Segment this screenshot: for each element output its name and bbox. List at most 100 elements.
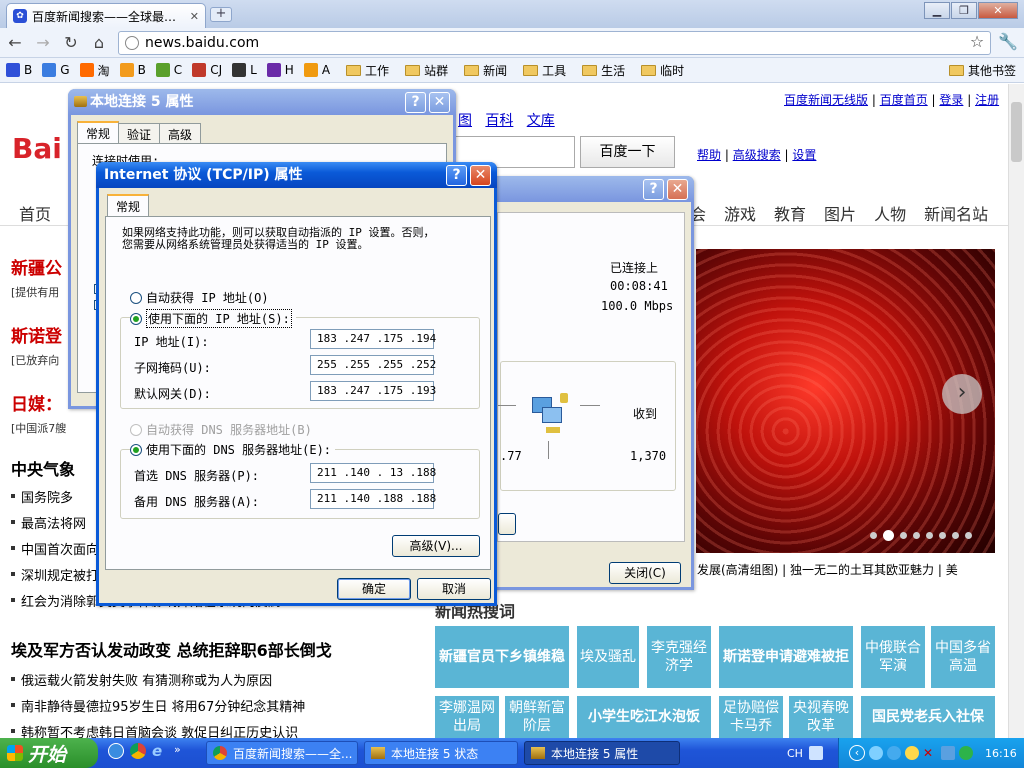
hot-search-tile[interactable]: 央视春晚改革 [789,696,853,738]
bookmark-item[interactable]: B [6,62,32,79]
close-icon[interactable]: ✕ [470,165,491,186]
bookmark-folder[interactable]: 站群 [405,62,448,79]
start-button[interactable]: 开始 [0,738,98,768]
hot-search-tile[interactable]: 足协赔偿卡马乔 [719,696,783,738]
security-icon[interactable] [959,746,973,760]
news-link[interactable]: 韩称暂不考虑韩日首脑会谈 敦促日纠正历史认识 [11,722,298,738]
bookmark-folder[interactable]: 工具 [523,62,566,79]
auto-dns-radio[interactable]: 自动获得 DNS 服务器地址(B) [130,421,312,438]
baidu-home-link[interactable]: 百度首页 [880,93,928,107]
news-link[interactable]: 俄运载火箭发射失败 有猜测称或为人为原因 [11,670,272,689]
taskbar-item-status[interactable]: 本地连接 5 状态 [364,741,518,765]
hot-search-tile[interactable]: 李娜温网出局 [435,696,499,738]
bookmark-item[interactable]: A [303,62,330,79]
new-tab-button[interactable]: + [210,7,232,22]
tab-baidu-news[interactable]: ✿ 百度新闻搜索——全球最… ✕ [6,3,206,28]
network-error-icon[interactable]: ✕ [923,746,937,760]
summary-text[interactable]: [中国派7艘 [11,420,66,436]
news-link[interactable]: 国务院多 [11,487,73,506]
hot-search-tile[interactable]: 新疆官员下乡镇维稳 [435,626,569,688]
help-icon[interactable]: ? [643,179,664,200]
ok-button[interactable]: 确定 [337,578,411,600]
advanced-button[interactable]: 高级(V)... [392,535,480,557]
bookmark-item[interactable]: 淘 [79,62,110,79]
photo-pager-dots[interactable] [870,530,972,541]
tab-general[interactable]: 常规 [77,121,120,143]
hot-search-tile[interactable]: 朝鲜新富阶层 [505,696,569,738]
minimize-window-button[interactable]: ▁ [924,2,950,19]
taskbar-item-properties[interactable]: 本地连接 5 属性 [524,741,680,765]
register-link[interactable]: 注册 [975,93,999,107]
address-bar[interactable]: news.baidu.com [118,31,991,55]
cancel-button[interactable]: 取消 [417,578,491,600]
language-indicator[interactable]: CH [787,747,803,760]
hot-search-tile[interactable]: 中国多省高温 [931,626,995,688]
manual-dns-radio[interactable]: 使用下面的 DNS 服务器地址(E): [130,441,336,458]
close-button[interactable]: 关闭(C) [609,562,681,584]
show-desktop-icon[interactable]: » [174,743,188,759]
properties-button[interactable] [498,513,516,535]
bookmark-item[interactable]: L [232,62,257,79]
news-link[interactable]: 最高法将网 [11,513,86,532]
close-tab-icon[interactable]: ✕ [190,10,199,23]
alternate-dns-field[interactable]: 211 .140 .188 .188 [310,489,436,509]
bookmark-item[interactable]: CJ [192,62,222,79]
news-link[interactable]: 南非静待曼德拉95岁生日 将用67分钟纪念其精神 [11,696,305,715]
page-scrollbar[interactable] [1008,84,1024,738]
tab-general[interactable]: 常规 [107,194,150,216]
tray-app-icon[interactable] [869,746,883,760]
hot-search-tile[interactable]: 小学生吃江水泡饭 [577,696,711,738]
close-window-button[interactable]: ✕ [978,2,1018,19]
preferred-dns-field[interactable]: 211 .140 . 13 .188 [310,463,436,483]
nav-home[interactable]: 首页 [19,201,51,225]
bookmark-item[interactable]: B [119,62,146,79]
auto-ip-radio[interactable]: 自动获得 IP 地址(O) [130,289,269,306]
next-photo-button[interactable]: › [942,374,982,414]
nav-item[interactable]: 人物 [874,201,906,225]
media-player-icon[interactable] [108,743,124,759]
headline-egypt[interactable]: 埃及军方否认发动政变 总统拒辞职6部长倒戈 [11,637,332,661]
bookmark-folder[interactable]: 工作 [346,62,389,79]
gateway-field[interactable]: 183 .247 .175 .193 [310,381,436,401]
tab-advanced[interactable]: 高级 [159,123,202,143]
category-link[interactable]: 百科 [485,113,513,129]
home-icon[interactable]: ⌂ [88,32,110,54]
photo-caption[interactable]: 发展(高清组图) | 独一无二的土耳其欧亚魅力 | 美 [697,561,958,578]
close-icon[interactable]: ✕ [429,92,450,113]
news-link[interactable]: 中国首次面向 [11,539,99,558]
help-icon[interactable]: ? [405,92,426,113]
reload-icon[interactable]: ↻ [60,32,82,54]
bookmark-folder[interactable]: 新闻 [464,62,507,79]
hot-search-tile[interactable]: 埃及骚乱 [577,626,639,688]
headline-link[interactable]: 新疆公 [11,254,62,279]
ip-address-field[interactable]: 183 .247 .175 .194 [310,329,436,349]
headline-link[interactable]: 斯诺登 [11,322,62,347]
ie-icon[interactable]: e [152,743,168,759]
headline-link[interactable]: 日媒： [11,390,62,415]
nav-item[interactable]: 新闻名站 [924,201,988,225]
wireless-link[interactable]: 百度新闻无线版 [784,93,868,107]
nav-item[interactable]: 教育 [774,201,806,225]
settings-link[interactable]: 设置 [792,148,816,162]
manual-ip-radio[interactable]: 使用下面的 IP 地址(S): [130,309,296,328]
chrome-icon[interactable] [130,743,146,759]
help-link[interactable]: 帮助 [697,148,721,162]
bookmark-folder[interactable]: 生活 [582,62,625,79]
search-button[interactable]: 百度一下 [580,136,675,168]
hot-search-tile[interactable]: 斯诺登申请避难被拒 [719,626,853,688]
headline-link[interactable]: 中央气象 [11,456,75,480]
advanced-search-link[interactable]: 高级搜索 [733,148,781,162]
bookmark-item[interactable]: H [266,62,294,79]
hot-search-tile[interactable]: 中俄联合军演 [861,626,925,688]
volume-icon[interactable] [941,746,955,760]
nav-item[interactable]: 游戏 [724,201,756,225]
wrench-icon[interactable]: 🔧 [997,31,1019,53]
category-link[interactable]: 文库 [527,113,555,129]
ime-icon[interactable] [809,746,823,760]
login-link[interactable]: 登录 [939,93,963,107]
taskbar-item-browser[interactable]: 百度新闻搜索——全... [206,741,358,765]
close-icon[interactable]: ✕ [667,179,688,200]
help-icon[interactable]: ? [446,165,467,186]
tray-app-icon[interactable] [887,746,901,760]
back-icon[interactable]: ← [4,32,26,54]
